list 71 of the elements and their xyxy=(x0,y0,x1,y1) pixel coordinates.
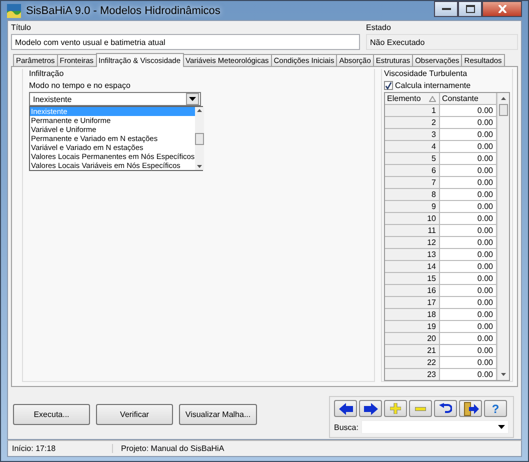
status-text: Projeto: Manual do SisBaHiA xyxy=(120,444,224,453)
group-label: Viscosidade Turbulenta xyxy=(384,69,468,78)
scrollbar[interactable] xyxy=(497,93,509,380)
scroll-thumb[interactable] xyxy=(499,104,508,116)
mode-dropdown[interactable]: Inexistente xyxy=(29,92,201,106)
table-cell: 3 xyxy=(385,129,440,142)
table-cell: 22 xyxy=(385,357,440,370)
minimize-icon xyxy=(442,7,450,11)
state-field: Não Executado xyxy=(366,34,518,50)
action-button[interactable]: Visualizar Malha... xyxy=(179,404,257,426)
table-cell: 21 xyxy=(385,345,440,358)
dropdown-arrow-icon xyxy=(498,425,505,430)
table-cell: 16 xyxy=(385,285,440,298)
action-button[interactable]: Verificar xyxy=(96,404,173,426)
dropdown-arrow-icon xyxy=(189,97,196,102)
minimize-button[interactable] xyxy=(434,1,458,17)
close-button[interactable] xyxy=(482,1,522,17)
tool-button[interactable]: ? xyxy=(484,400,507,418)
undo-icon xyxy=(439,403,452,414)
tool-button[interactable] xyxy=(459,400,482,418)
table-cell: 9 xyxy=(385,201,440,214)
column-header[interactable]: Constante xyxy=(440,93,497,106)
table-cell: 6 xyxy=(385,165,440,178)
scroll-down-icon xyxy=(196,165,202,168)
group-label: Infiltração xyxy=(29,69,65,78)
search-label: Busca: xyxy=(334,422,358,432)
tool-button[interactable] xyxy=(334,400,357,418)
minus-icon xyxy=(415,406,426,411)
arrow-left-icon xyxy=(338,402,352,415)
title-field[interactable]: Modelo com vento usual e batimetria atual xyxy=(11,34,360,50)
table-cell: 19 xyxy=(385,321,440,334)
action-button[interactable]: Executa... xyxy=(13,404,90,426)
status-text: Início: 17:18 xyxy=(8,444,113,453)
table-cell: 14 xyxy=(385,261,440,274)
title-label: Título xyxy=(11,23,32,32)
state-label: Estado xyxy=(366,23,392,32)
checkbox[interactable] xyxy=(384,81,393,90)
maximize-button[interactable] xyxy=(458,1,482,17)
plus-icon xyxy=(390,403,401,414)
tool-button[interactable] xyxy=(434,400,457,418)
table-cell: 20 xyxy=(385,333,440,346)
column-header[interactable]: Elemento xyxy=(385,93,440,106)
table-cell: 18 xyxy=(385,309,440,322)
table-cell: 8 xyxy=(385,189,440,202)
table-cell: 1 xyxy=(385,105,440,118)
table-cell: 23 xyxy=(385,369,440,380)
table-cell: 10 xyxy=(385,213,440,226)
table-cell: 2 xyxy=(385,117,440,130)
scroll-down-icon xyxy=(501,373,506,376)
door-exit-icon xyxy=(462,402,478,416)
table-cell: 17 xyxy=(385,297,440,310)
scrollbar[interactable] xyxy=(194,107,204,170)
app-icon xyxy=(7,4,21,18)
table-cell: 11 xyxy=(385,225,440,238)
checkbox-label: Calcula internamente xyxy=(395,81,471,90)
table-cell: 4 xyxy=(385,141,440,154)
table-cell: 7 xyxy=(385,177,440,190)
close-icon xyxy=(498,5,506,13)
tool-button[interactable] xyxy=(359,400,382,418)
arrow-right-icon xyxy=(364,402,378,415)
table-cell: 12 xyxy=(385,237,440,250)
mode-label: Modo no tempo e no espaço xyxy=(29,81,132,90)
scroll-thumb[interactable] xyxy=(194,132,204,145)
sort-icon xyxy=(429,96,436,102)
scroll-up-icon xyxy=(501,97,506,100)
window-title: SisBaHiA 9.0 - Modelos Hidrodinâmicos xyxy=(26,4,220,16)
table-cell: 13 xyxy=(385,249,440,262)
scroll-up-icon xyxy=(196,109,202,112)
table-cell: 15 xyxy=(385,273,440,286)
table-cell: 5 xyxy=(385,153,440,166)
maximize-icon xyxy=(466,5,474,13)
